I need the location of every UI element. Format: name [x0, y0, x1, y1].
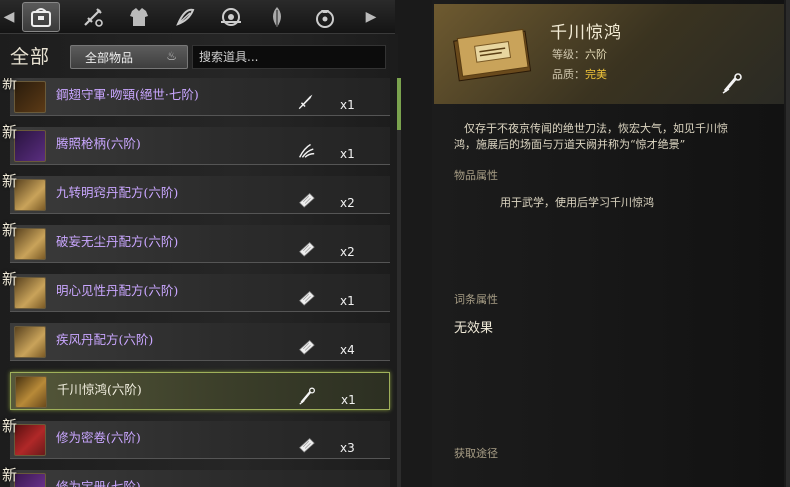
quality-label: 品质：	[552, 68, 585, 81]
item-detail-panel: 千川惊鸿 等级：六阶 品质：完美 仅存于不夜京传闻的绝世刀法，恢宏大气，如见千川…	[432, 0, 784, 487]
scroll-icon	[299, 438, 315, 453]
entry-attributes-title: 词条属性	[454, 293, 498, 306]
tab-bag-icon[interactable]	[22, 2, 60, 32]
tab-prev-arrow-icon[interactable]: ◀	[2, 8, 16, 26]
item-name: 九转明窍丹配方(六阶)	[56, 185, 179, 200]
item-name: 腾照枪柄(六阶)	[56, 136, 141, 151]
item-quantity: x1	[340, 147, 355, 161]
item-description: 仅存于不夜京传闻的绝世刀法，恢宏大气，如见千川惊鸿，施展后的场面与万道天阙并称为…	[454, 122, 728, 151]
item-thumbnail	[15, 376, 47, 408]
tab-weapon-icon[interactable]	[74, 2, 112, 32]
item-quantity: x2	[340, 196, 355, 210]
item-row[interactable]: 新九转明窍丹配方(六阶) x2	[2, 172, 390, 214]
item-thumbnail	[14, 81, 46, 113]
tab-herb-icon[interactable]	[166, 2, 204, 32]
item-list: 新鋼翅守軍·吻頸(絕世·七阶) x1 新腾照枪柄(六阶) x1 新九转明窍丹配方(六阶)…	[0, 78, 398, 487]
detail-quality: 品质：完美	[552, 66, 607, 82]
item-row[interactable]: 新修为宝册(七阶)	[2, 466, 390, 487]
item-quantity: x1	[340, 98, 355, 112]
inventory-panel: 全部 全部物品 ♨ 新鋼翅守軍·吻頸(絕世·七阶)x1新腾照枪柄(六阶)x1新九…	[0, 34, 401, 487]
item-thumbnail	[14, 424, 46, 456]
scroll-icon	[299, 291, 315, 306]
filter-all-label[interactable]: 全部	[10, 42, 50, 69]
search-input[interactable]	[192, 45, 386, 69]
new-badge: 新	[2, 123, 18, 141]
item-row[interactable]: 千川惊鸿(六阶) x1	[10, 372, 390, 410]
item-quantity: x1	[341, 393, 356, 407]
tab-armor-icon[interactable]	[120, 2, 158, 32]
new-badge: 新	[2, 221, 18, 239]
item-thumbnail	[14, 277, 46, 309]
item-quantity: x2	[340, 245, 355, 259]
item-quantity: x3	[340, 441, 355, 455]
detail-item-name: 千川惊鸿	[550, 23, 622, 43]
scroll-icon	[299, 340, 315, 355]
item-row[interactable]: 新鋼翅守軍·吻頸(絕世·七阶) x1	[2, 78, 390, 116]
new-badge: 新	[2, 466, 18, 484]
manual-book-icon	[453, 28, 532, 82]
scroll-icon	[296, 483, 316, 487]
scrollbar-thumb[interactable]	[397, 78, 401, 130]
level-value: 六阶	[585, 48, 607, 61]
entry-attributes-value: 无效果	[454, 321, 494, 336]
detail-header: 千川惊鸿 等级：六阶 品质：完美	[434, 4, 784, 104]
item-thumbnail	[14, 228, 46, 260]
skill-scroll-icon	[722, 73, 742, 94]
scroll-icon	[299, 242, 315, 257]
scroll-icon	[299, 193, 315, 208]
item-name: 千川惊鸿(六阶)	[57, 382, 142, 397]
detail-level: 等级：六阶	[552, 46, 607, 62]
item-name: 修为密卷(六阶)	[56, 430, 141, 445]
item-type-dropdown[interactable]: 全部物品 ♨	[70, 45, 188, 69]
torch-icon: ♨	[166, 49, 177, 63]
new-badge: 新	[2, 417, 18, 435]
item-row[interactable]: 新明心见性丹配方(六阶) x1	[2, 270, 390, 312]
item-name: 破妄无尘丹配方(六阶)	[56, 234, 179, 249]
grass-icon	[298, 143, 315, 158]
item-thumbnail	[14, 473, 46, 487]
new-badge: 新	[2, 78, 18, 92]
item-row[interactable]: 新修为密卷(六阶) x3	[2, 417, 390, 459]
item-thumbnail	[14, 179, 46, 211]
item-row[interactable]: 新腾照枪柄(六阶) x1	[2, 123, 390, 165]
item-type-dropdown-label: 全部物品	[85, 50, 134, 65]
item-thumbnail	[14, 326, 46, 358]
tab-material-icon[interactable]	[212, 2, 250, 32]
item-row[interactable]: 疾风丹配方(六阶) x4	[10, 323, 390, 361]
new-badge: 新	[2, 172, 18, 190]
level-label: 等级：	[552, 48, 585, 61]
item-name: 明心见性丹配方(六阶)	[56, 283, 179, 298]
sword-icon	[298, 94, 313, 110]
quality-value: 完美	[585, 68, 607, 81]
item-attributes-text: 用于武学，使用后学习千川惊鸿	[500, 196, 654, 209]
item-quantity: x1	[340, 294, 355, 308]
acquisition-title: 获取途径	[454, 447, 498, 460]
item-name: 修为宝册(七阶)	[56, 479, 141, 487]
item-thumbnail	[14, 130, 46, 162]
skill-scroll-icon	[299, 387, 315, 405]
category-tab-bar: ◀ ▶	[0, 0, 395, 34]
tab-next-arrow-icon[interactable]: ▶	[364, 8, 378, 26]
panel-edge	[786, 0, 790, 487]
item-quantity: x4	[340, 343, 355, 357]
item-name: 疾风丹配方(六阶)	[56, 332, 154, 347]
scrollbar[interactable]	[397, 78, 401, 487]
item-attributes-title: 物品属性	[454, 169, 498, 182]
item-row[interactable]: 新破妄无尘丹配方(六阶) x2	[2, 221, 390, 263]
filter-row: 全部 全部物品 ♨	[8, 44, 388, 70]
new-badge: 新	[2, 270, 18, 288]
tab-leaf-icon[interactable]	[258, 2, 296, 32]
item-name: 鋼翅守軍·吻頸(絕世·七阶)	[56, 87, 199, 102]
tab-pouch-icon[interactable]	[306, 2, 344, 32]
